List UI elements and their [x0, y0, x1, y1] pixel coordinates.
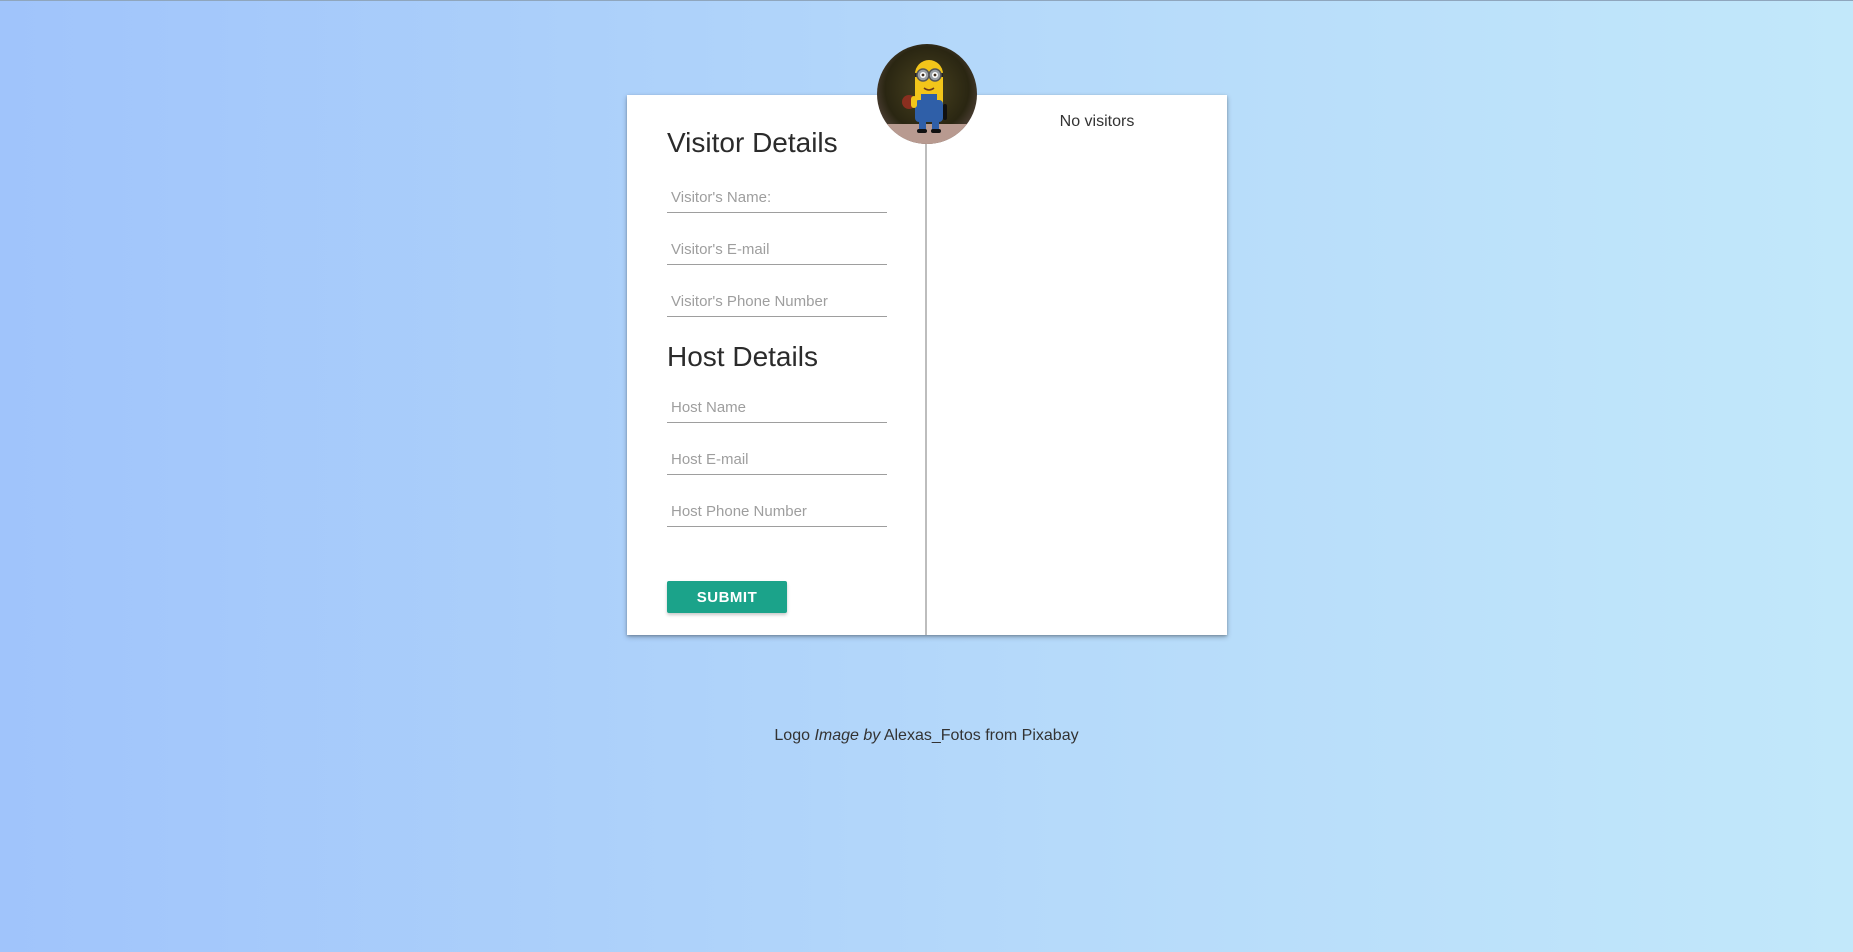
visitor-phone-input[interactable] [667, 287, 887, 317]
host-email-input[interactable] [667, 445, 887, 475]
credit-prefix: Logo [774, 727, 810, 744]
visitor-form-card: Visitor Details Host Details SUBMIT No v… [627, 44, 1227, 635]
credit-author: Alexas_Fotos [883, 727, 981, 744]
visitor-name-input[interactable] [667, 183, 887, 213]
no-visitors-text: No visitors [1059, 113, 1135, 130]
logo-credit: Logo Image by Alexas_Fotos from Pixabay [0, 727, 1853, 745]
column-divider [925, 135, 927, 635]
host-details-heading: Host Details [667, 341, 818, 372]
host-phone-input[interactable] [667, 497, 887, 527]
visitor-details-heading: Visitor Details [667, 127, 838, 158]
submit-button[interactable]: SUBMIT [667, 581, 787, 613]
visitor-email-input[interactable] [667, 235, 887, 265]
credit-source: Pixabay [1021, 727, 1079, 744]
minion-logo-icon [877, 44, 977, 144]
credit-italic: Image by [814, 727, 881, 744]
host-name-input[interactable] [667, 393, 887, 423]
credit-middle: from [985, 727, 1018, 744]
